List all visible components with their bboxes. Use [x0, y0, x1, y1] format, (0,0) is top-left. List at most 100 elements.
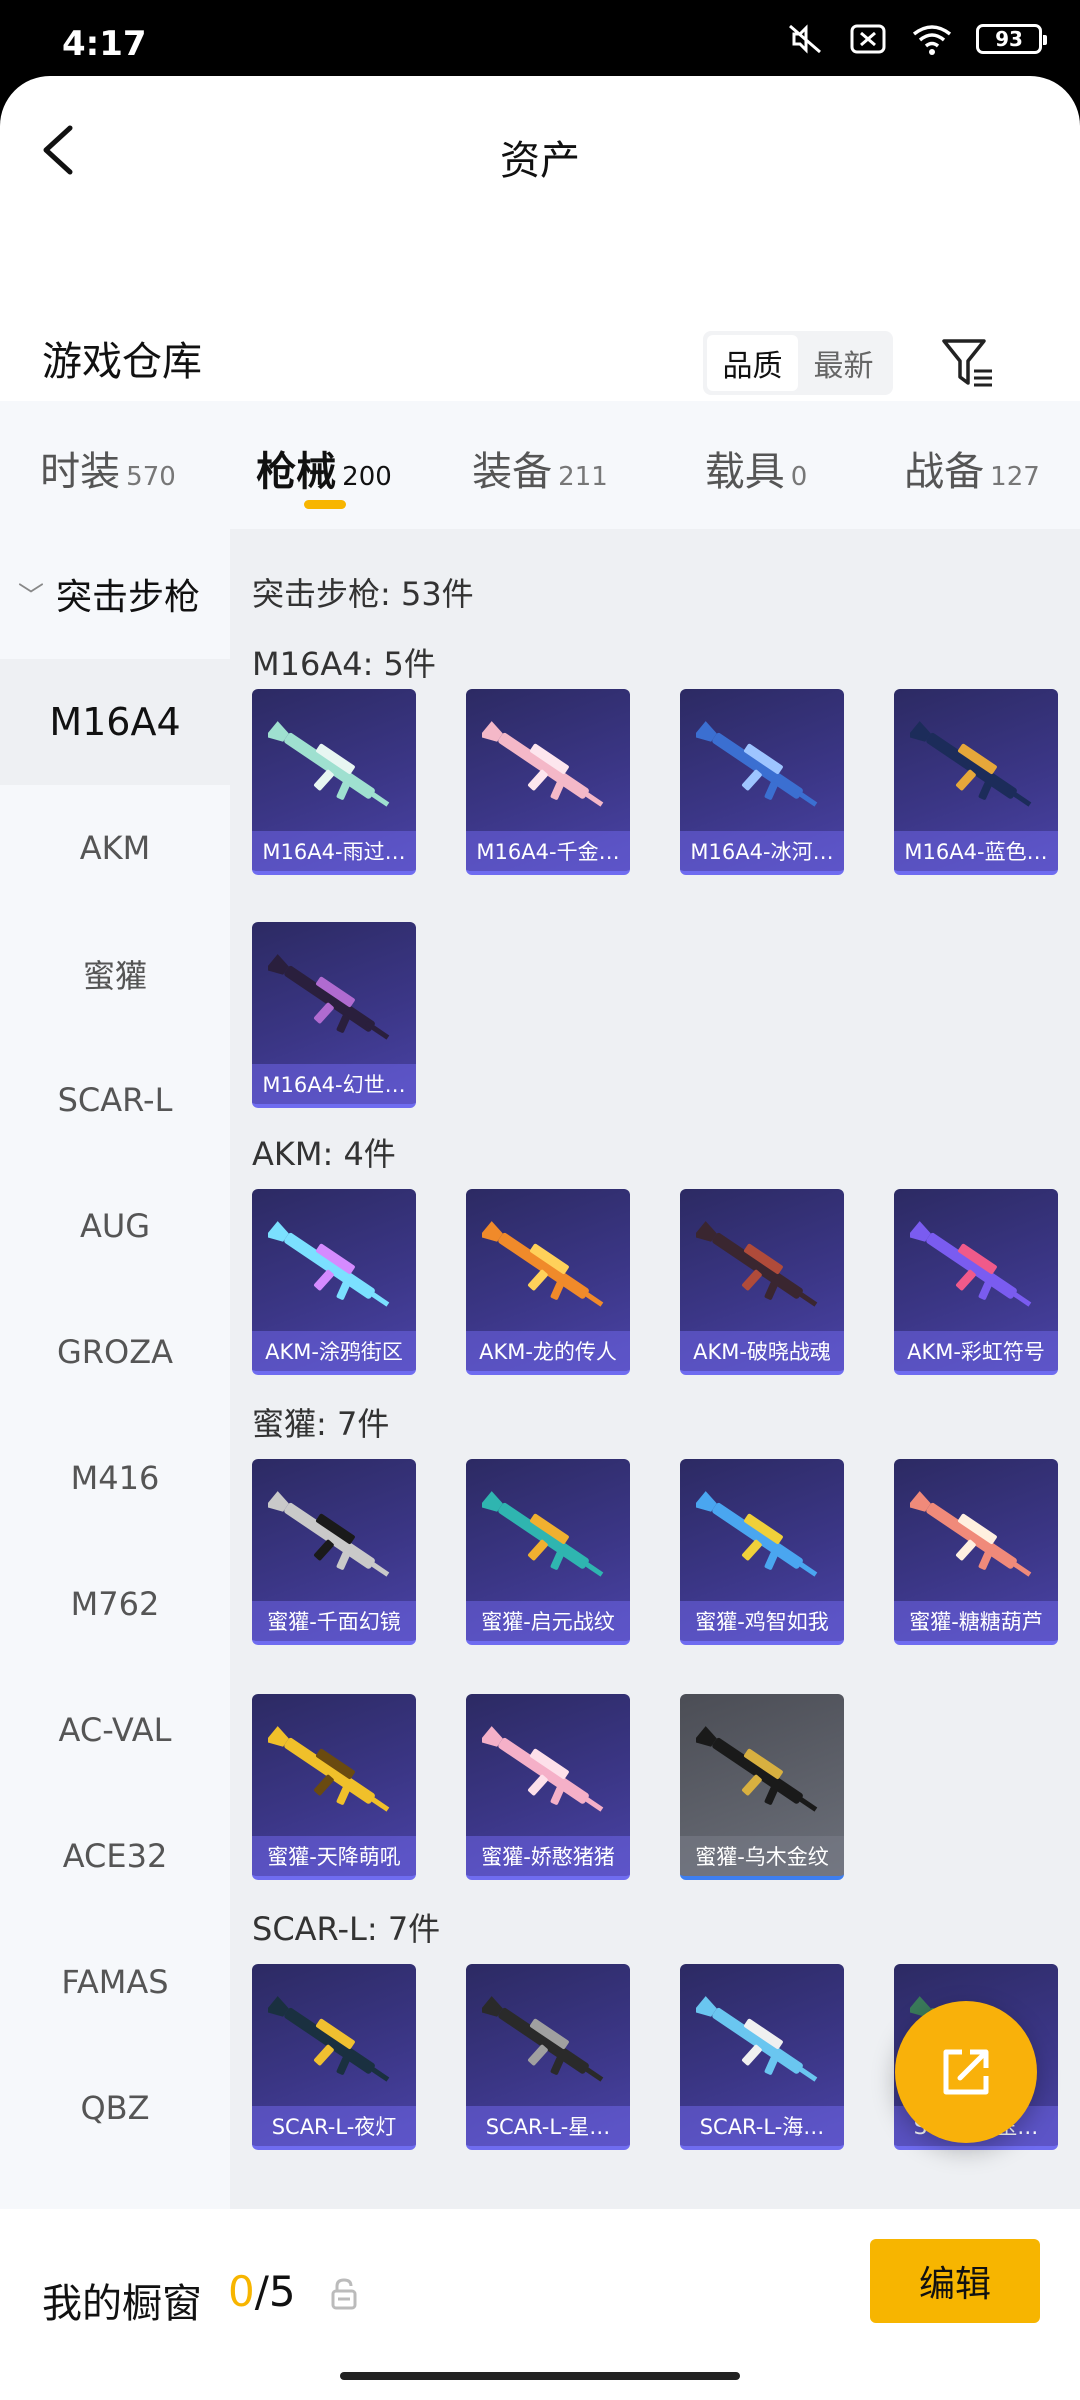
mute-icon: [789, 24, 821, 54]
section-title: AKM: 4件: [252, 1135, 396, 1173]
weapon-skin-card[interactable]: M16A4-蓝色…: [894, 689, 1058, 875]
rifle-icon: [268, 1221, 390, 1307]
rifle-icon: [910, 1491, 1032, 1577]
tab-fashion[interactable]: 时装 570: [0, 401, 216, 529]
external-link-icon: [943, 2049, 989, 2095]
section-title: M16A4: 5件: [252, 645, 436, 683]
weapon-skin-card[interactable]: 蜜獾-乌木金纹: [680, 1694, 844, 1880]
tab-label: 时装: [40, 449, 121, 495]
weapon-skin-card[interactable]: 蜜獾-千面幻镜: [252, 1459, 416, 1645]
rifle-icon: [696, 721, 818, 807]
sidebar-item-honey-badger[interactable]: 蜜獾: [0, 911, 230, 1037]
top-bar: 资产: [0, 76, 1080, 226]
rifle-icon: [482, 721, 604, 807]
section-title: SCAR-L: 7件: [252, 1910, 441, 1948]
tab-guns[interactable]: 枪械 200: [216, 401, 432, 529]
weapon-skin-name: 蜜獾-鸡智如我: [680, 1601, 844, 1641]
chevron-down-icon: ﹀: [18, 581, 45, 612]
tab-count: 200: [342, 462, 392, 492]
sort-option-newest[interactable]: 最新: [798, 335, 889, 391]
weapon-skin-card[interactable]: SCAR-L-星…: [466, 1964, 630, 2150]
weapon-skin-name: 蜜獾-千面幻镜: [252, 1601, 416, 1641]
weapon-skin-card[interactable]: 蜜獾-天降萌吼: [252, 1694, 416, 1880]
rifle-icon: [482, 1996, 604, 2082]
tab-count: 570: [126, 462, 176, 492]
weapon-skin-name: SCAR-L-海…: [680, 2106, 844, 2146]
weapon-skin-card[interactable]: M16A4-冰河…: [680, 689, 844, 875]
rifle-icon: [910, 721, 1032, 807]
tab-count: 127: [990, 462, 1040, 492]
rifle-icon: [910, 1221, 1032, 1307]
tab-supplies[interactable]: 战备 127: [864, 401, 1080, 529]
filter-icon[interactable]: [940, 335, 996, 391]
home-indicator[interactable]: [340, 2372, 740, 2380]
weapon-skin-card[interactable]: 蜜獾-娇憨猪猪: [466, 1694, 630, 1880]
rifle-icon: [696, 1726, 818, 1812]
weapon-skin-card[interactable]: SCAR-L-海…: [680, 1964, 844, 2150]
showcase-count: 0/5: [228, 2267, 296, 2316]
wifi-icon: [912, 25, 952, 55]
rifle-icon: [482, 1726, 604, 1812]
weapon-skin-card[interactable]: AKM-破晓战魂: [680, 1189, 844, 1375]
sort-toggle: 品质 最新: [703, 331, 893, 395]
category-tabs: 时装 570 枪械 200 装备 211 载具 0 战备 127: [0, 401, 1080, 529]
category-summary: 突击步枪: 53件: [252, 575, 474, 613]
sidebar-group-assault-rifles[interactable]: ﹀ 突击步枪: [0, 529, 230, 659]
sidebar-item-m16a4[interactable]: M16A4: [0, 659, 230, 785]
sidebar-item-ace32[interactable]: ACE32: [0, 1793, 230, 1919]
weapon-skin-card[interactable]: M16A4-幻世…: [252, 922, 416, 1108]
status-time: 4:17: [62, 24, 147, 64]
weapon-skin-card[interactable]: M16A4-雨过…: [252, 689, 416, 875]
sidebar-item-aug[interactable]: AUG: [0, 1163, 230, 1289]
weapon-skin-card[interactable]: AKM-彩虹符号: [894, 1189, 1058, 1375]
sidebar-item-m416[interactable]: M416: [0, 1415, 230, 1541]
showcase-label: 我的橱窗: [42, 2281, 202, 2327]
rifle-icon: [268, 1491, 390, 1577]
weapon-skin-name: 蜜獾-乌木金纹: [680, 1836, 844, 1876]
weapon-skin-card[interactable]: AKM-涂鸦街区: [252, 1189, 416, 1375]
status-bar: 4:17 93: [0, 0, 1080, 80]
weapon-skin-card[interactable]: 蜜獾-鸡智如我: [680, 1459, 844, 1645]
sidebar-item-ac-val[interactable]: AC-VAL: [0, 1667, 230, 1793]
weapon-skin-card[interactable]: M16A4-千金…: [466, 689, 630, 875]
weapon-skin-card[interactable]: 蜜獾-糖糖葫芦: [894, 1459, 1058, 1645]
section-title: 蜜獾: 7件: [252, 1405, 390, 1443]
warehouse-header: 游戏仓库 品质 最新: [0, 301, 1080, 411]
edit-button[interactable]: 编辑: [870, 2239, 1040, 2323]
rifle-icon: [696, 1996, 818, 2082]
tab-equipment[interactable]: 装备 211: [432, 401, 648, 529]
sidebar-item-qbz[interactable]: QBZ: [0, 2045, 230, 2171]
weapon-skin-name: AKM-龙的传人: [466, 1331, 630, 1371]
tab-vehicles[interactable]: 载具 0: [648, 401, 864, 529]
rifle-icon: [482, 1491, 604, 1577]
weapon-skin-name: AKM-彩虹符号: [894, 1331, 1058, 1371]
weapon-skin-name: AKM-破晓战魂: [680, 1331, 844, 1371]
sidebar-item-akm[interactable]: AKM: [0, 785, 230, 911]
tab-count: 211: [558, 462, 608, 492]
rifle-icon: [268, 1726, 390, 1812]
weapon-skin-card[interactable]: 蜜獾-启元战纹: [466, 1459, 630, 1645]
sidebar-item-scar-l[interactable]: SCAR-L: [0, 1037, 230, 1163]
sidebar-group-label: 突击步枪: [56, 577, 201, 618]
rifle-icon: [696, 1221, 818, 1307]
sidebar-item-groza[interactable]: GROZA: [0, 1289, 230, 1415]
tab-label: 装备: [472, 449, 553, 495]
sidebar-item-m762[interactable]: M762: [0, 1541, 230, 1667]
page-title: 资产: [500, 138, 580, 184]
rifle-icon: [268, 954, 390, 1040]
showcase-separator: /: [254, 2267, 269, 2316]
sort-option-quality[interactable]: 品质: [707, 335, 798, 391]
battery-level: 93: [995, 27, 1023, 51]
weapon-skin-name: M16A4-冰河…: [680, 831, 844, 871]
weapon-skin-name: 蜜獾-娇憨猪猪: [466, 1836, 630, 1876]
showcase-current: 0: [228, 2267, 255, 2316]
rifle-icon: [268, 1996, 390, 2082]
weapon-sidebar: ﹀ 突击步枪 M16A4 AKM 蜜獾 SCAR-L AUG GROZA M416…: [0, 529, 230, 2209]
warehouse-title: 游戏仓库: [42, 339, 202, 385]
weapon-skin-card[interactable]: SCAR-L-夜灯: [252, 1964, 416, 2150]
tab-count: 0: [790, 462, 808, 492]
weapon-skin-card[interactable]: AKM-龙的传人: [466, 1189, 630, 1375]
weapon-skin-name: M16A4-千金…: [466, 831, 630, 871]
share-fab[interactable]: [895, 2001, 1037, 2143]
sidebar-item-famas[interactable]: FAMAS: [0, 1919, 230, 2045]
